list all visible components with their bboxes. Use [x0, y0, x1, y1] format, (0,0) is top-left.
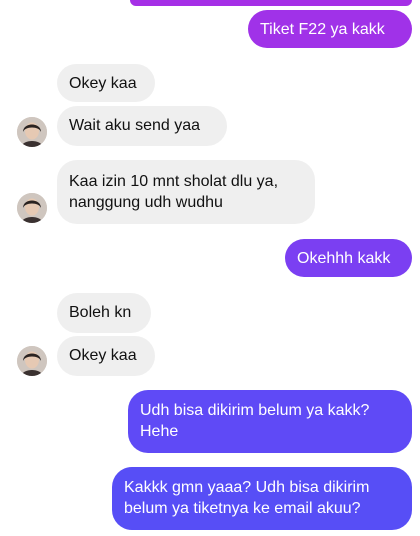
message-bubble-outgoing[interactable]: Kakkk gmn yaaa? Udh bisa dikirim belum y… [112, 467, 412, 530]
chat-thread: Tiket F22 ya kakk Okey kaa Wait aku send… [0, 0, 420, 536]
message-bubble-outgoing[interactable]: Okehhh kakk [285, 239, 412, 277]
avatar-photo-icon [17, 193, 47, 223]
message-bubble-outgoing[interactable]: Udh bisa dikirim belum ya kakk? Hehe [128, 390, 412, 453]
avatar-photo-icon [17, 346, 47, 376]
previous-message-bubble[interactable] [130, 0, 412, 6]
avatar-photo-icon [17, 117, 47, 147]
contact-avatar[interactable] [17, 193, 47, 223]
message-bubble-incoming[interactable]: Wait aku send yaa [57, 106, 227, 146]
contact-avatar[interactable] [17, 346, 47, 376]
message-bubble-incoming[interactable]: Boleh kn [57, 293, 151, 333]
message-bubble-incoming[interactable]: Okey kaa [57, 336, 155, 376]
message-bubble-incoming[interactable]: Okey kaa [57, 64, 155, 102]
contact-avatar[interactable] [17, 117, 47, 147]
message-bubble-outgoing[interactable]: Tiket F22 ya kakk [248, 10, 412, 48]
message-bubble-incoming[interactable]: Kaa izin 10 mnt sholat dlu ya, nanggung … [57, 160, 315, 224]
